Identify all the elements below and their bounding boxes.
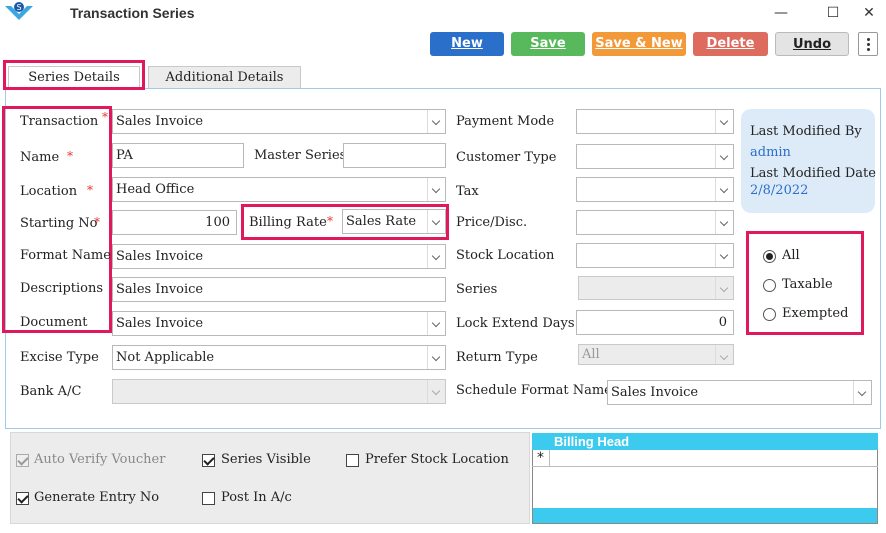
- grid-footer: [533, 508, 877, 523]
- customer-type-label: Customer Type: [456, 150, 557, 165]
- chevron-down-icon: [427, 312, 445, 335]
- radio-taxable[interactable]: [763, 279, 776, 292]
- window-title: Transaction Series: [70, 5, 195, 21]
- chevron-down-icon: [715, 211, 733, 234]
- new-button[interactable]: New: [430, 32, 504, 56]
- schedule-format-name-label: Schedule Format Name: [456, 383, 612, 398]
- svg-text:S: S: [16, 3, 21, 12]
- last-modified-by-label: Last Modified By: [750, 124, 862, 139]
- billing-head-column-header: Billing Head: [532, 433, 878, 450]
- chevron-down-icon: [715, 110, 733, 133]
- post-in-ac-label: Post In A/c: [221, 490, 292, 505]
- chevron-down-icon: [427, 380, 445, 403]
- transaction-label: Transaction: [20, 114, 99, 129]
- descriptions-label: Descriptions: [20, 281, 104, 296]
- post-in-ac-checkbox[interactable]: [202, 492, 215, 505]
- billing-rate-required-mark: *: [327, 214, 333, 228]
- tax-label: Tax: [456, 184, 479, 199]
- billing-rate-label: Billing Rate: [249, 215, 327, 230]
- radio-exempted-label: Exempted: [782, 306, 849, 321]
- chevron-down-icon: [427, 210, 445, 233]
- starting-no-input[interactable]: 100: [112, 210, 237, 235]
- name-input[interactable]: PA: [112, 143, 244, 168]
- schedule-format-name-select[interactable]: Sales Invoice: [607, 380, 872, 405]
- auto-verify-voucher-checkbox[interactable]: [16, 454, 29, 467]
- save-and-new-button[interactable]: Save & New: [592, 32, 686, 56]
- chevron-down-icon: [427, 178, 445, 201]
- minimize-button[interactable]: —: [766, 2, 796, 24]
- radio-taxable-label: Taxable: [782, 277, 833, 292]
- payment-mode-select[interactable]: [576, 109, 734, 134]
- location-select[interactable]: Head Office: [112, 177, 446, 202]
- last-modified-by-value: admin: [750, 145, 791, 160]
- auto-verify-voucher-label: Auto Verify Voucher: [34, 452, 166, 467]
- bank-ac-label: Bank A/C: [20, 384, 82, 399]
- series-select[interactable]: [578, 276, 734, 300]
- chevron-down-icon: [715, 277, 733, 299]
- lock-extend-days-input[interactable]: 0: [576, 310, 734, 335]
- radio-all[interactable]: [763, 250, 776, 263]
- transaction-required-mark: *: [102, 110, 108, 124]
- chevron-down-icon: [715, 178, 733, 201]
- radio-exempted[interactable]: [763, 308, 776, 321]
- series-label: Series: [456, 282, 498, 297]
- chevron-down-icon: [715, 145, 733, 168]
- undo-button[interactable]: Undo: [775, 32, 849, 56]
- starting-no-required-mark: *: [94, 215, 100, 229]
- tab-additional-details[interactable]: Additional Details: [148, 66, 301, 88]
- close-button[interactable]: ✕: [854, 2, 884, 24]
- location-required-mark: *: [87, 183, 93, 197]
- chevron-down-icon: [427, 346, 445, 369]
- format-name-select[interactable]: Sales Invoice: [112, 244, 446, 269]
- master-series-input[interactable]: [343, 143, 446, 168]
- bank-ac-select[interactable]: [112, 379, 446, 404]
- prefer-stock-location-label: Prefer Stock Location: [365, 452, 509, 467]
- price-disc-label: Price/Disc.: [456, 215, 528, 230]
- payment-mode-label: Payment Mode: [456, 114, 555, 129]
- generate-entry-no-label: Generate Entry No: [34, 490, 160, 505]
- master-series-label: Master Series: [254, 148, 347, 163]
- customer-type-select[interactable]: [576, 144, 734, 169]
- options-panel: [10, 432, 530, 524]
- table-row[interactable]: [532, 450, 878, 467]
- app-logo-icon: S: [5, 2, 33, 20]
- chevron-down-icon: [715, 244, 733, 267]
- chevron-down-icon: [427, 110, 445, 133]
- descriptions-input[interactable]: Sales Invoice: [112, 277, 446, 302]
- excise-type-select[interactable]: Not Applicable: [112, 345, 446, 370]
- more-options-icon[interactable]: [858, 32, 878, 56]
- starting-no-label: Starting No: [20, 216, 98, 231]
- tax-select[interactable]: [576, 177, 734, 202]
- transaction-select[interactable]: Sales Invoice: [112, 109, 446, 134]
- tab-highlight-box: [3, 60, 145, 90]
- last-modified-date-label: Last Modified Date: [750, 166, 876, 181]
- radio-all-label: All: [782, 248, 800, 263]
- price-disc-select[interactable]: [576, 210, 734, 235]
- document-label: Document: [20, 315, 88, 330]
- series-visible-checkbox[interactable]: [202, 454, 215, 467]
- last-modified-date-value: 2/8/2022: [750, 183, 809, 198]
- chevron-down-icon: [427, 245, 445, 268]
- generate-entry-no-checkbox[interactable]: [16, 492, 29, 505]
- excise-type-label: Excise Type: [20, 350, 99, 365]
- format-name-label: Format Name: [20, 248, 111, 263]
- billing-rate-select[interactable]: Sales Rate: [342, 209, 446, 234]
- stock-location-label: Stock Location: [456, 248, 555, 263]
- lock-extend-days-label: Lock Extend Days: [456, 316, 575, 331]
- name-label: Name: [20, 150, 60, 165]
- return-type-select[interactable]: All: [578, 344, 734, 365]
- stock-location-select[interactable]: [576, 243, 734, 268]
- return-type-label: Return Type: [456, 350, 538, 365]
- new-row-marker: *: [532, 450, 550, 467]
- series-visible-label: Series Visible: [221, 452, 311, 467]
- maximize-button[interactable]: ☐: [818, 2, 848, 24]
- name-required-mark: *: [67, 149, 73, 163]
- location-label: Location: [20, 184, 78, 199]
- save-button[interactable]: Save: [511, 32, 585, 56]
- delete-button[interactable]: Delete: [693, 32, 768, 56]
- chevron-down-icon: [715, 345, 733, 364]
- chevron-down-icon: [853, 381, 871, 404]
- prefer-stock-location-checkbox[interactable]: [346, 454, 359, 467]
- document-select[interactable]: Sales Invoice: [112, 311, 446, 336]
